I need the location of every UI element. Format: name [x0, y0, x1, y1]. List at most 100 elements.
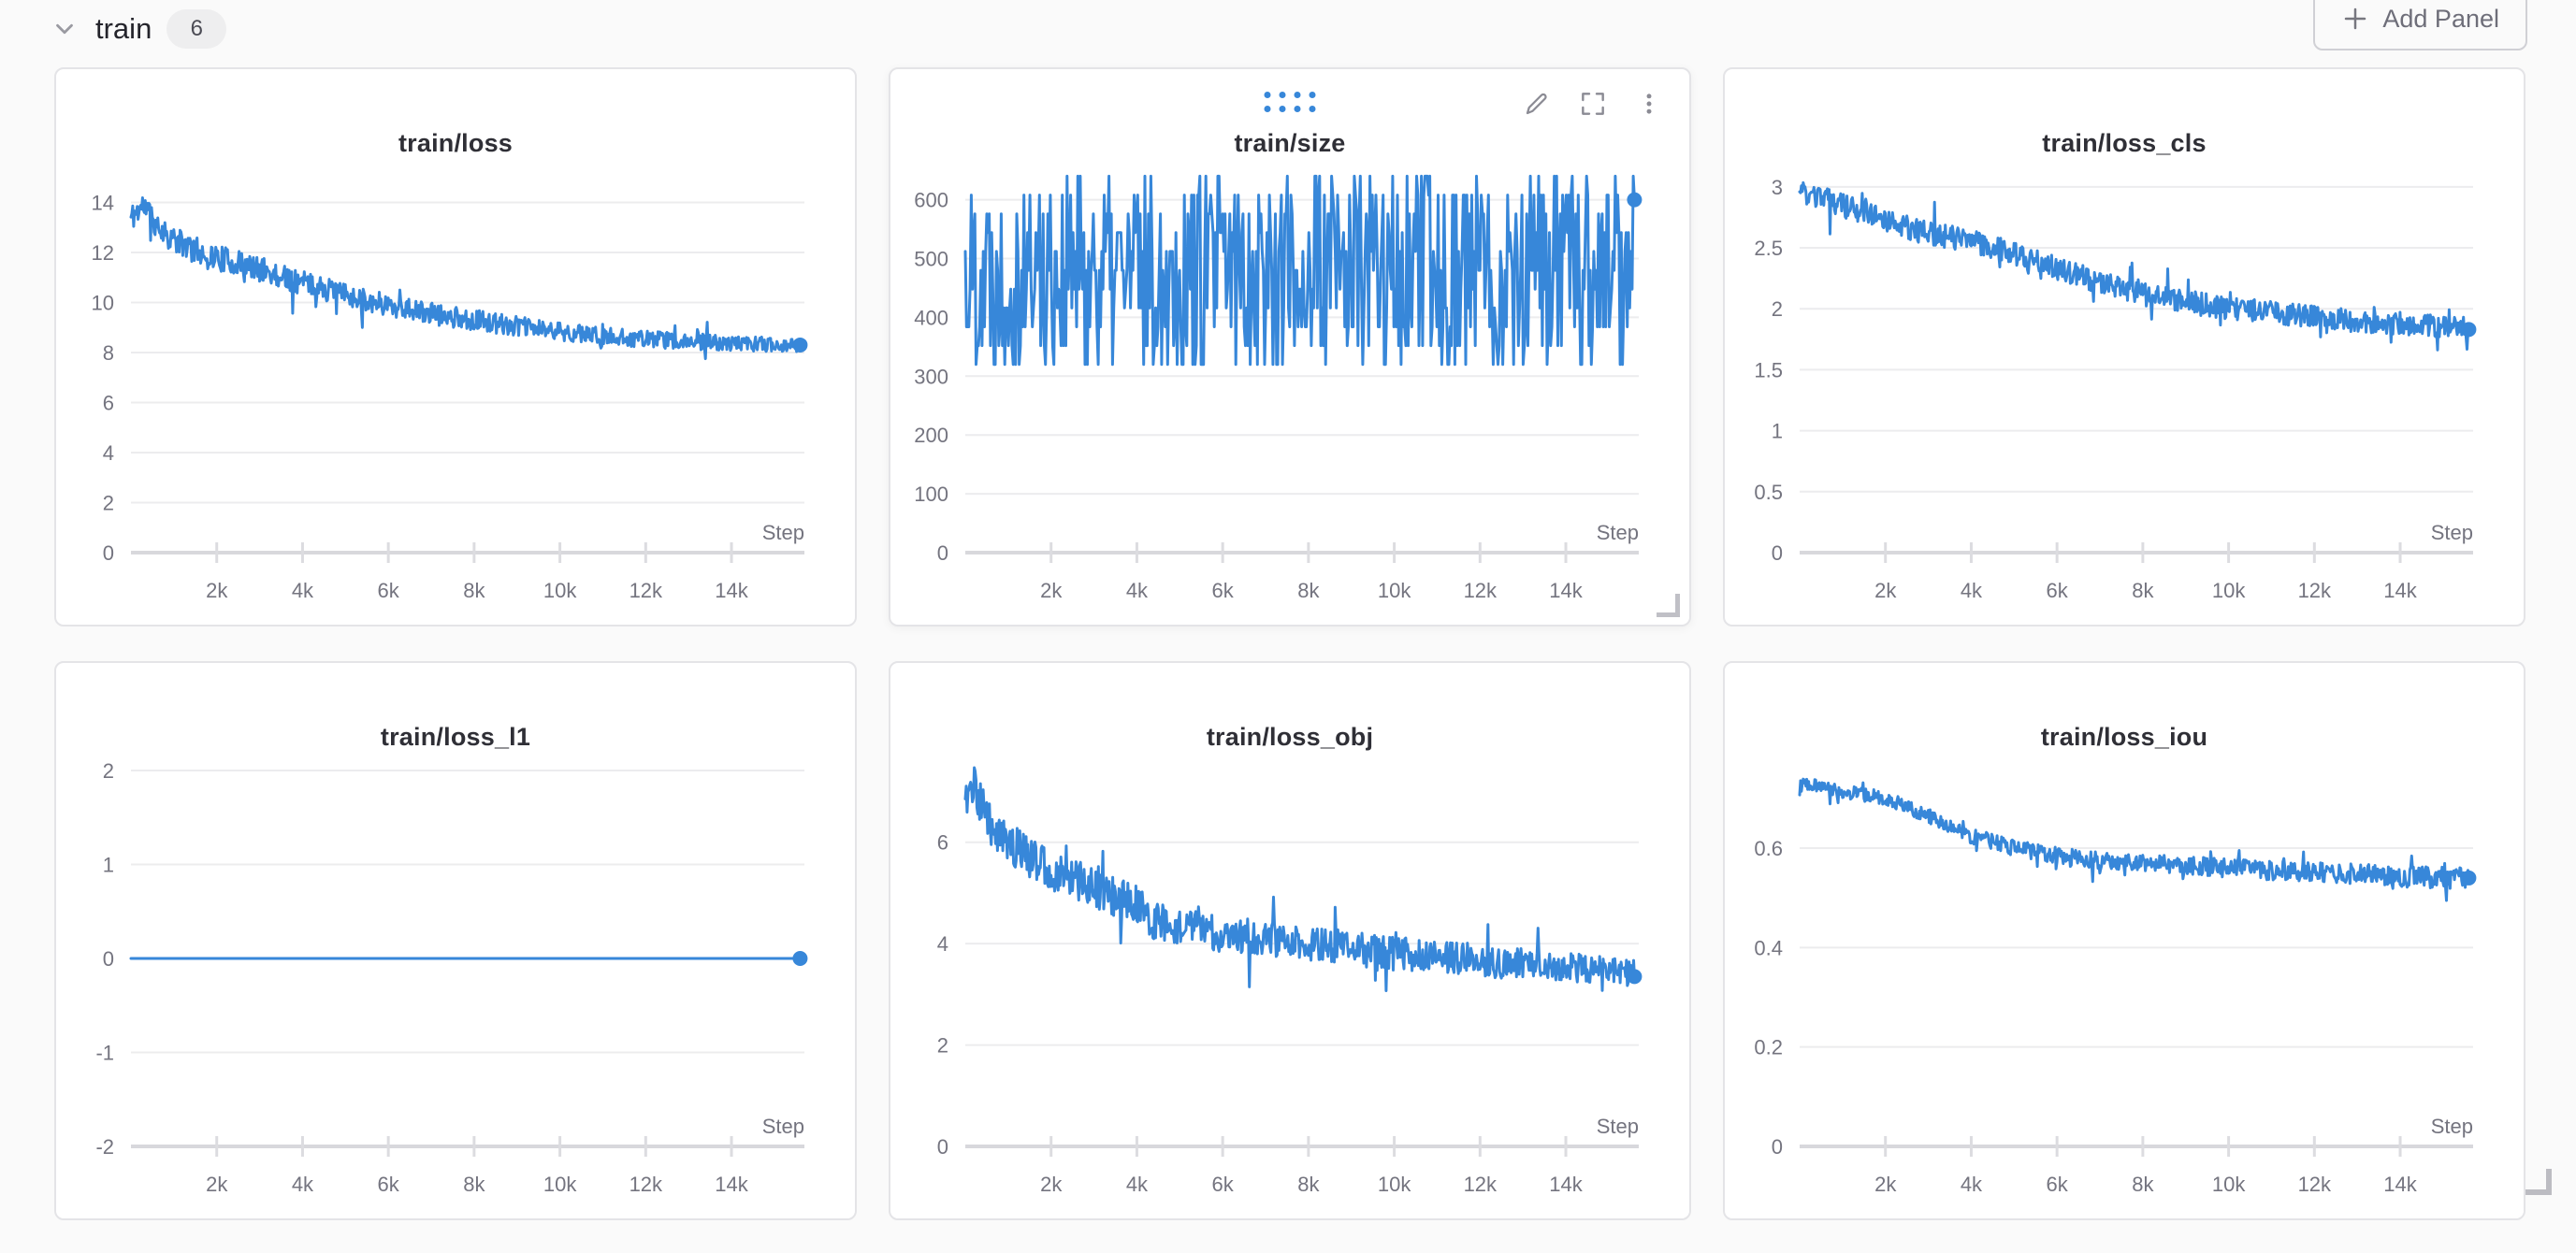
svg-text:300: 300 [914, 365, 948, 388]
svg-text:10k: 10k [543, 1173, 577, 1196]
svg-text:1: 1 [103, 854, 114, 877]
svg-text:12k: 12k [630, 1173, 663, 1196]
svg-text:12: 12 [92, 241, 114, 265]
chart-panel: train/loss 024681012142k4k6k8k10k12k14kS… [54, 67, 857, 626]
svg-text:Step: Step [1597, 1115, 1639, 1138]
svg-text:600: 600 [914, 189, 948, 212]
svg-text:12k: 12k [2298, 579, 2332, 602]
chart-panel: train/size 01002003004005006002k4k6k8k10… [889, 67, 1691, 626]
svg-text:2k: 2k [206, 579, 228, 602]
svg-text:0: 0 [103, 541, 114, 565]
svg-text:4: 4 [937, 932, 948, 956]
chart-panel: train/loss_l1 -2-10122k4k6k8k10k12k14kSt… [54, 661, 857, 1220]
svg-text:14k: 14k [1549, 579, 1583, 602]
chart-panel: train/loss_iou 00.20.40.62k4k6k8k10k12k1… [1723, 661, 2525, 1220]
svg-text:500: 500 [914, 247, 948, 270]
svg-text:0.5: 0.5 [1754, 481, 1783, 504]
svg-text:1: 1 [1772, 420, 1783, 443]
svg-text:2k: 2k [1874, 1173, 1897, 1196]
svg-text:8k: 8k [463, 579, 485, 602]
add-panel-label: Add Panel [2382, 5, 2499, 34]
svg-text:0: 0 [1772, 1135, 1783, 1159]
svg-text:14k: 14k [2383, 1173, 2417, 1196]
chevron-down-icon[interactable] [49, 13, 80, 45]
svg-text:1.5: 1.5 [1754, 358, 1783, 382]
panel-resize-handle[interactable] [1657, 594, 1680, 617]
svg-text:10k: 10k [2212, 579, 2246, 602]
svg-text:4k: 4k [1126, 579, 1149, 602]
svg-text:0.6: 0.6 [1754, 837, 1783, 860]
line-chart[interactable]: -2-10122k4k6k8k10k12k14kStep [56, 663, 855, 1218]
svg-text:4: 4 [103, 441, 114, 465]
svg-text:0: 0 [103, 947, 114, 971]
svg-text:2k: 2k [1040, 579, 1063, 602]
panel-count-badge: 6 [166, 9, 226, 49]
svg-text:4k: 4k [1961, 1173, 1983, 1196]
svg-text:Step: Step [2431, 521, 2473, 544]
svg-text:Step: Step [2431, 1115, 2473, 1138]
svg-text:6k: 6k [2047, 579, 2069, 602]
section-resize-handle[interactable] [2525, 1169, 2552, 1195]
panel-grid: train/loss 024681012142k4k6k8k10k12k14kS… [54, 67, 2525, 1220]
svg-text:6: 6 [103, 391, 114, 414]
svg-text:6k: 6k [378, 1173, 400, 1196]
svg-text:0.2: 0.2 [1754, 1036, 1783, 1059]
svg-text:100: 100 [914, 482, 948, 506]
svg-text:0: 0 [1772, 541, 1783, 565]
svg-text:10k: 10k [1378, 579, 1411, 602]
svg-text:12k: 12k [630, 579, 663, 602]
svg-text:10k: 10k [2212, 1173, 2246, 1196]
line-chart[interactable]: 0 100 200 300 400 500 600 2k 4k 6k 8k 10k 12k 14k Step [890, 69, 1689, 625]
svg-text:2k: 2k [206, 1173, 228, 1196]
svg-text:14k: 14k [1549, 1173, 1583, 1196]
svg-text:-1: -1 [95, 1042, 114, 1065]
svg-text:6k: 6k [2047, 1173, 2069, 1196]
svg-text:-2: -2 [95, 1135, 114, 1159]
line-chart[interactable]: 00.511.522.532k4k6k8k10k12k14kStep [1725, 69, 2524, 625]
svg-text:6: 6 [937, 831, 948, 855]
line-chart[interactable]: 0 2 4 6 2k 4k 6k 8k 10k 12k 14k Step [890, 663, 1689, 1218]
chart-panel: train/loss_cls 00.511.522.532k4k6k8k10k1… [1723, 67, 2525, 626]
svg-text:14k: 14k [715, 1173, 748, 1196]
svg-text:2: 2 [937, 1034, 948, 1058]
svg-text:0: 0 [937, 541, 948, 565]
section-header: train 6 [49, 9, 226, 49]
svg-text:4k: 4k [292, 579, 314, 602]
svg-text:4k: 4k [292, 1173, 314, 1196]
svg-text:6k: 6k [378, 579, 400, 602]
svg-text:Step: Step [1597, 521, 1639, 544]
svg-text:10k: 10k [1378, 1173, 1411, 1196]
svg-text:2.5: 2.5 [1754, 237, 1783, 260]
svg-text:2: 2 [103, 759, 114, 783]
svg-text:Step: Step [762, 521, 804, 544]
wandb-workspace: train 6 Add Panel [0, 0, 2576, 1253]
svg-text:14k: 14k [715, 579, 748, 602]
svg-text:4k: 4k [1126, 1173, 1149, 1196]
svg-text:14k: 14k [2383, 579, 2417, 602]
svg-text:0.4: 0.4 [1754, 936, 1783, 959]
svg-text:200: 200 [914, 424, 948, 447]
line-chart[interactable]: 024681012142k4k6k8k10k12k14kStep [56, 69, 855, 625]
svg-text:400: 400 [914, 306, 948, 329]
svg-text:4k: 4k [1961, 579, 1983, 602]
svg-text:12k: 12k [2298, 1173, 2332, 1196]
section-title: train [95, 12, 152, 46]
line-chart[interactable]: 0 0.2 0.4 0.6 2k 4k 6k 8k 10k 12k 14k Step [1725, 663, 2524, 1218]
chart-panel: train/loss_obj 02462k4k6k8k10k12k14kStep [889, 661, 1691, 1220]
svg-text:6k: 6k [1212, 1173, 1235, 1196]
add-panel-button[interactable]: Add Panel [2313, 0, 2527, 50]
svg-text:8k: 8k [1297, 579, 1320, 602]
svg-text:8k: 8k [2132, 1173, 2154, 1196]
svg-text:8k: 8k [1297, 1173, 1320, 1196]
svg-text:3: 3 [1772, 176, 1783, 199]
svg-text:2k: 2k [1040, 1173, 1063, 1196]
svg-text:6k: 6k [1212, 579, 1235, 602]
svg-text:12k: 12k [1464, 579, 1498, 602]
svg-text:10k: 10k [543, 579, 577, 602]
svg-text:0: 0 [937, 1135, 948, 1159]
svg-text:2: 2 [1772, 297, 1783, 321]
svg-text:8k: 8k [2132, 579, 2154, 602]
svg-text:Step: Step [762, 1115, 804, 1138]
plus-icon [2341, 5, 2369, 33]
svg-text:12k: 12k [1464, 1173, 1498, 1196]
